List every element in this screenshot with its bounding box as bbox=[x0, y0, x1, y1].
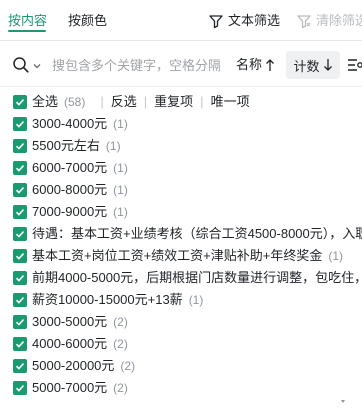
checkmark-icon bbox=[15, 187, 25, 194]
item-label: 基本工资+岗位工资+绩效工资+津贴补助+年终奖金 bbox=[32, 248, 323, 263]
sort-by-count-button[interactable]: 计数 bbox=[286, 51, 340, 79]
item-count: (1) bbox=[113, 183, 128, 197]
item-checkbox[interactable] bbox=[13, 315, 27, 329]
separator: | bbox=[143, 94, 148, 109]
item-count: (1) bbox=[113, 117, 128, 131]
item-count: (2) bbox=[113, 381, 128, 395]
active-tab-indicator bbox=[8, 30, 46, 32]
search-input[interactable] bbox=[52, 54, 220, 76]
arrow-up-icon bbox=[266, 59, 274, 71]
list-item[interactable]: 6000-7000元 (1) bbox=[0, 158, 362, 178]
funnel-icon bbox=[209, 15, 223, 29]
item-label: 6000-8000元 bbox=[32, 182, 108, 197]
funnel-clear-icon bbox=[297, 15, 311, 29]
unique-link[interactable]: 唯一项 bbox=[211, 94, 250, 110]
item-count: (1) bbox=[113, 205, 128, 219]
list-item[interactable]: 待遇：基本工资+业绩考核（综合工资4500-8000元），入职 bbox=[0, 224, 362, 244]
list-item[interactable]: 前期4000-5000元，后期根据门店数量进行调整，包吃住，单 bbox=[0, 268, 362, 288]
checkmark-icon bbox=[15, 143, 25, 150]
checkmark-icon bbox=[15, 165, 25, 172]
tab-by-color[interactable]: 按颜色 bbox=[68, 12, 107, 30]
list-item[interactable]: 3000-5000元 (2) bbox=[0, 312, 362, 332]
list-item[interactable]: 6000-8000元 (1) bbox=[0, 180, 362, 200]
list-item[interactable]: 3000-4000元 (1) bbox=[0, 114, 362, 134]
item-checkbox[interactable] bbox=[13, 183, 27, 197]
sort-by-name-button[interactable]: 名称 bbox=[236, 56, 275, 74]
search-sort-toolbar: 名称 计数 bbox=[0, 48, 362, 82]
scroll-down-indicator[interactable] bbox=[341, 400, 345, 404]
checkmark-icon bbox=[15, 99, 25, 106]
text-filter-button[interactable]: 文本筛选 bbox=[208, 12, 280, 30]
tabs-divider bbox=[0, 40, 362, 41]
clear-filter-label: 清除筛选 bbox=[316, 13, 362, 28]
select-all-label[interactable]: 全选 bbox=[32, 94, 58, 110]
item-label: 待遇：基本工资+业绩考核（综合工资4500-8000元），入职 bbox=[32, 226, 362, 241]
text-filter-label: 文本筛选 bbox=[228, 13, 281, 28]
checkmark-icon bbox=[15, 121, 25, 128]
item-label: 3000-5000元 bbox=[32, 314, 108, 329]
item-count: (2) bbox=[120, 359, 136, 373]
checkmark-icon bbox=[15, 363, 25, 370]
item-label: 6000-7000元 bbox=[32, 160, 108, 175]
sort-by-count-label: 计数 bbox=[293, 58, 320, 74]
list-item[interactable]: 4000-6000元 (2) bbox=[0, 334, 362, 354]
checkmark-icon bbox=[15, 385, 25, 392]
item-label: 5000-7000元 bbox=[32, 380, 108, 395]
duplicates-link[interactable]: 重复项 bbox=[154, 94, 193, 110]
checkmark-icon bbox=[15, 275, 25, 282]
list-item[interactable]: 5000-20000元 (2) bbox=[0, 356, 362, 376]
item-label: 薪资10000-15000元+13薪 bbox=[32, 292, 183, 307]
separator: | bbox=[200, 94, 204, 109]
list-item[interactable]: 5500元左右 (1) bbox=[0, 136, 362, 156]
chevron-down-icon[interactable] bbox=[32, 59, 42, 69]
item-count: (1) bbox=[105, 139, 121, 153]
item-checkbox[interactable] bbox=[13, 227, 27, 241]
item-count: (2) bbox=[113, 315, 128, 329]
item-checkbox[interactable] bbox=[13, 293, 27, 307]
item-label: 5000-20000元 bbox=[32, 358, 115, 373]
select-all-count: (58) bbox=[64, 95, 86, 109]
checkmark-icon bbox=[15, 253, 25, 260]
item-label: 5500元左右 bbox=[32, 138, 100, 153]
checkmark-icon bbox=[15, 209, 25, 216]
checkmark-icon bbox=[15, 319, 25, 326]
item-count: (1) bbox=[113, 161, 128, 175]
item-checkbox[interactable] bbox=[13, 139, 27, 153]
select-all-row: 全选 (58) | 反选 | 重复项 | 唯一项 bbox=[0, 92, 362, 112]
item-checkbox[interactable] bbox=[13, 161, 27, 175]
item-checkbox[interactable] bbox=[13, 249, 27, 263]
search-icon[interactable] bbox=[12, 56, 30, 74]
value-list: 全选 (58) | 反选 | 重复项 | 唯一项 3000-4000元 (1) 5… bbox=[0, 90, 362, 408]
sort-by-name-label: 名称 bbox=[236, 57, 263, 72]
item-checkbox[interactable] bbox=[13, 337, 27, 351]
item-count: (1) bbox=[188, 293, 204, 307]
item-count: (2) bbox=[113, 337, 128, 351]
list-item[interactable]: 薪资10000-15000元+13薪 (1) bbox=[0, 290, 362, 310]
invert-selection-link[interactable]: 反选 bbox=[111, 94, 137, 110]
list-settings-icon[interactable] bbox=[346, 56, 362, 74]
clear-filter-button[interactable]: 清除筛选 bbox=[296, 12, 362, 30]
checkmark-icon bbox=[15, 341, 25, 348]
list-item[interactable]: 5000-7000元 (2) bbox=[0, 378, 362, 398]
arrow-down-icon bbox=[323, 59, 332, 71]
item-checkbox[interactable] bbox=[13, 381, 27, 395]
list-item[interactable]: 7000-9000元 (1) bbox=[0, 202, 362, 222]
item-label: 7000-9000元 bbox=[32, 204, 108, 219]
toolbar-divider bbox=[0, 86, 362, 87]
item-checkbox[interactable] bbox=[13, 359, 27, 373]
checkmark-icon bbox=[15, 231, 25, 238]
item-label: 前期4000-5000元，后期根据门店数量进行调整，包吃住，单 bbox=[32, 270, 362, 285]
item-label: 3000-4000元 bbox=[32, 116, 108, 131]
separator: | bbox=[100, 94, 104, 109]
filter-tabs-bar: 按内容 按颜色 文本筛选 清除筛选 bbox=[0, 0, 362, 40]
item-count: (1) bbox=[328, 249, 344, 263]
checkmark-icon bbox=[15, 297, 25, 304]
list-item[interactable]: 基本工资+岗位工资+绩效工资+津贴补助+年终奖金 (1) bbox=[0, 246, 362, 266]
item-checkbox[interactable] bbox=[13, 271, 27, 285]
item-checkbox[interactable] bbox=[13, 117, 27, 131]
item-label: 4000-6000元 bbox=[32, 336, 108, 351]
tab-by-content[interactable]: 按内容 bbox=[8, 12, 47, 30]
item-checkbox[interactable] bbox=[13, 205, 27, 219]
select-all-checkbox[interactable] bbox=[13, 95, 27, 109]
